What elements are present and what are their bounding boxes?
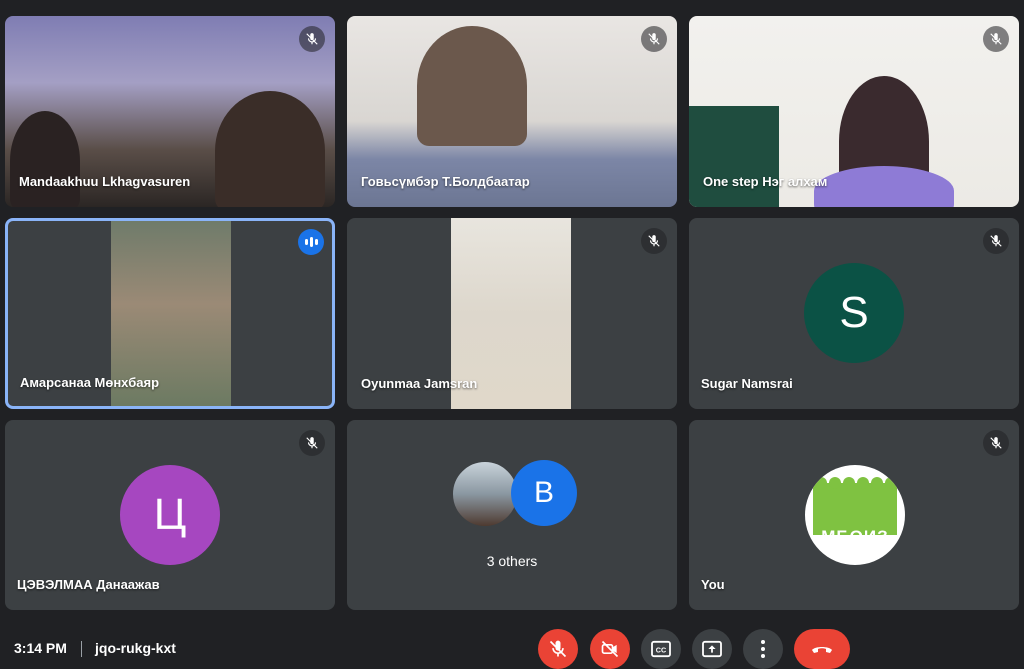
logo-text: МБОИЗ — [821, 527, 889, 546]
captions-icon: CC — [651, 640, 671, 658]
participant-name: Амарсанаа Мөнхбаяр — [20, 375, 160, 390]
participant-tile[interactable]: Говьсүмбэр Т.Болдбаатар — [347, 16, 677, 207]
svg-text:CC: CC — [656, 646, 666, 655]
divider — [81, 641, 82, 657]
participant-name: Oyunmaa Jamsran — [361, 376, 478, 391]
participant-grid: Mandaakhuu Lkhagvasuren Говьсүмбэр Т.Бол… — [0, 0, 1024, 615]
mic-off-icon — [983, 228, 1009, 254]
video-feed — [417, 26, 527, 146]
mic-off-icon — [983, 430, 1009, 456]
captions-button[interactable]: CC — [641, 629, 681, 669]
video-feed — [215, 91, 325, 207]
present-screen-button[interactable] — [692, 629, 732, 669]
meeting-code: jqo-rukg-kxt — [95, 640, 176, 656]
chalkboard — [689, 106, 779, 207]
participant-name: One step Нэг алхам — [703, 174, 828, 189]
mic-off-icon — [549, 640, 567, 658]
participant-name: Говьсүмбэр Т.Болдбаатар — [361, 174, 530, 189]
clock: 3:14 PM — [14, 640, 67, 656]
toggle-microphone-button[interactable] — [538, 629, 578, 669]
more-options-icon — [761, 640, 765, 658]
mic-off-icon — [983, 26, 1009, 52]
mic-off-icon — [299, 430, 325, 456]
participant-tile[interactable]: S Sugar Namsrai — [689, 218, 1019, 409]
video-feed — [10, 111, 80, 207]
leave-call-icon — [812, 647, 832, 653]
mic-off-icon — [641, 26, 667, 52]
participant-name: ЦЭВЭЛМАА Данаажав — [17, 577, 160, 592]
toggle-camera-button[interactable] — [590, 629, 630, 669]
participant-name: Mandaakhuu Lkhagvasuren — [19, 174, 191, 189]
more-options-button[interactable] — [743, 629, 783, 669]
others-count: 3 others — [486, 553, 538, 569]
video-feed — [814, 166, 954, 207]
avatar: B — [511, 460, 577, 526]
participant-tile[interactable]: Ц ЦЭВЭЛМАА Данаажав — [5, 420, 335, 610]
participant-tile[interactable]: Mandaakhuu Lkhagvasuren — [5, 16, 335, 207]
speaking-indicator-icon — [298, 229, 324, 255]
leave-call-button[interactable] — [794, 629, 850, 669]
participant-name: You — [701, 577, 725, 592]
participant-name: Sugar Namsrai — [701, 376, 793, 391]
avatar — [451, 460, 519, 528]
organization-logo: МБОИЗ — [805, 465, 905, 565]
mic-off-icon — [641, 228, 667, 254]
mic-off-icon — [299, 26, 325, 52]
participant-tile[interactable]: Oyunmaa Jamsran — [347, 218, 677, 409]
participant-tile-others[interactable]: B 3 others — [347, 420, 677, 610]
bottom-control-bar: 3:14 PM jqo-rukg-kxt CC — [0, 615, 1024, 669]
participant-tile-active-speaker[interactable]: Амарсанаа Мөнхбаяр — [5, 218, 335, 409]
present-screen-icon — [702, 640, 722, 658]
avatar: Ц — [120, 465, 220, 565]
camera-off-icon — [601, 640, 619, 658]
participant-tile-self[interactable]: МБОИЗ You — [689, 420, 1019, 610]
participant-tile[interactable]: One step Нэг алхам — [689, 16, 1019, 207]
avatar: S — [804, 263, 904, 363]
